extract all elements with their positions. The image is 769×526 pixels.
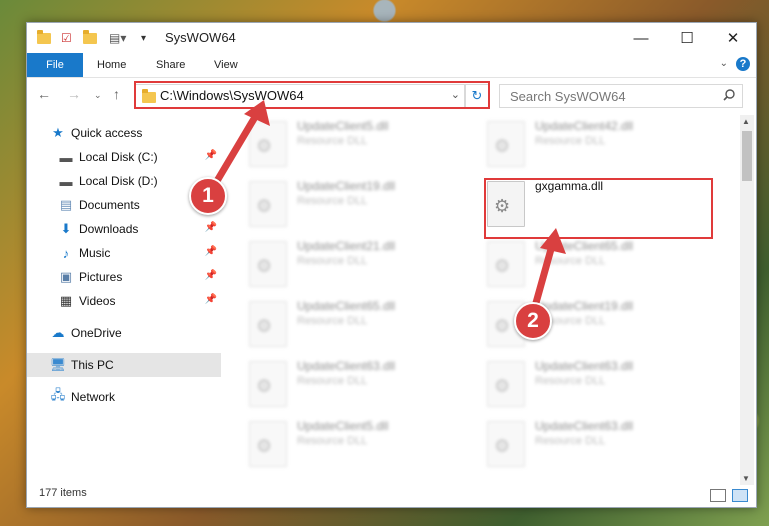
customize-toolbar-icon[interactable]: ▤▾ [109,29,126,47]
dll-file-icon [487,421,525,467]
pin-icon: 📌 [204,222,217,233]
sidebar-item-quick-access[interactable]: ★ Quick access [27,121,221,145]
new-folder-icon[interactable] [83,29,97,47]
file-item[interactable]: UpdateClient5.dll Resource DLL [241,413,471,469]
sidebar-item-label: Videos [79,294,116,308]
address-bar-highlight [134,81,490,109]
ribbon-tabs: File Home Share View ⌄ ? [27,53,756,78]
file-highlight [484,178,713,239]
search-icon [723,89,735,101]
sidebar-item-local-disk-c[interactable]: ▬ Local Disk (C:) 📌 [27,145,221,169]
details-view-icon[interactable] [710,489,726,502]
tab-home[interactable]: Home [97,53,126,77]
folder-icon [37,29,51,47]
pin-icon: 📌 [204,294,217,305]
sidebar-item-this-pc[interactable]: 🖥 This PC [27,353,221,377]
large-icons-view-icon[interactable] [732,489,748,502]
cloud-icon: ☁ [51,325,65,340]
sidebar-item-label: This PC [71,358,114,372]
tab-file[interactable]: File [27,53,83,77]
file-item[interactable]: UpdateClient19.dll Resource DLL [241,173,471,229]
file-item[interactable]: UpdateClient63.dll Resource DLL [479,413,709,469]
navigation-pane: ★ Quick access ▬ Local Disk (C:) 📌 ▬ Loc… [27,115,221,485]
sidebar-item-pictures[interactable]: ▣ Pictures 📌 [27,265,221,289]
dll-file-icon [249,421,287,467]
star-icon: ★ [52,125,64,140]
scroll-thumb[interactable] [742,131,752,181]
file-item[interactable]: UpdateClient5.dll Resource DLL [241,113,471,169]
sidebar-item-label: Downloads [79,222,139,236]
window-title: SysWOW64 [165,30,236,45]
tab-view[interactable]: View [214,53,238,77]
file-item[interactable]: UpdateClient42.dll Resource DLL [479,113,709,169]
scroll-down-icon[interactable]: ▼ [742,474,750,483]
vertical-scrollbar[interactable]: ▲ ▼ [740,115,754,485]
item-count: 177 items [39,487,87,499]
computer-icon: 🖥 [49,357,67,372]
documents-icon: ▤ [59,197,73,212]
sidebar-item-label: Network [71,390,116,404]
expand-ribbon-icon[interactable]: ⌄ [720,58,728,69]
videos-icon: ▦ [59,293,73,308]
sidebar-item-videos[interactable]: ▦ Videos 📌 [27,289,221,313]
pin-icon: 📌 [204,150,217,161]
sidebar-item-onedrive[interactable]: ☁ OneDrive [27,321,221,345]
drive-icon: ▬ [59,173,73,189]
downloads-icon: ⬇ [60,221,72,236]
file-list: UpdateClient5.dll Resource DLL UpdateCli… [241,113,735,485]
file-item[interactable]: UpdateClient63.dll Resource DLL [241,353,471,409]
dll-file-icon [487,121,525,167]
search-box[interactable]: Search SysWOW64 [499,84,743,108]
drive-icon: ▬ [59,149,73,165]
dll-file-icon [249,181,287,227]
sidebar-item-label: Documents [79,198,140,212]
sidebar-item-label: OneDrive [71,326,122,340]
step-2-badge: 2 [514,302,552,340]
dll-file-icon [249,121,287,167]
sidebar-item-label: Local Disk (D:) [79,174,158,188]
step-1-badge: 1 [189,177,227,215]
maximize-button[interactable]: ☐ [664,23,710,53]
file-item[interactable]: UpdateClient65.dll Resource DLL [479,233,709,289]
quick-access-dropdown-icon[interactable]: ▾ [141,29,146,47]
sidebar-item-label: Quick access [71,126,143,140]
title-bar: ☑ ▤▾ ▾ SysWOW64 — ☐ ✕ [27,23,756,53]
sidebar-item-downloads[interactable]: ⬇ Downloads 📌 [27,217,221,241]
sidebar-item-music[interactable]: ♪ Music 📌 [27,241,221,265]
close-button[interactable]: ✕ [710,23,756,53]
tab-share[interactable]: Share [156,53,185,77]
sidebar-item-label: Local Disk (C:) [79,150,158,164]
pin-icon: 📌 [204,246,217,257]
help-icon[interactable]: ? [736,57,750,71]
dll-file-icon [487,361,525,407]
search-placeholder: Search SysWOW64 [510,89,626,104]
sidebar-item-label: Music [79,246,111,260]
up-arrow-icon[interactable]: ↑ [113,86,120,102]
recent-locations-icon[interactable]: ⌄ [94,90,102,101]
file-item[interactable]: UpdateClient65.dll Resource DLL [241,293,471,349]
dll-file-icon [249,241,287,287]
file-item[interactable]: UpdateClient63.dll Resource DLL [479,353,709,409]
forward-arrow-icon[interactable]: → [67,86,81,102]
music-icon: ♪ [62,245,70,261]
pictures-icon: ▣ [59,269,73,284]
dll-file-icon [249,301,287,347]
sidebar-item-network[interactable]: 🖧 Network [27,385,221,409]
dll-file-icon [487,241,525,287]
back-arrow-icon[interactable]: ← [37,86,51,102]
network-icon: 🖧 [50,387,66,402]
file-item[interactable]: UpdateClient21.dll Resource DLL [241,233,471,289]
pin-icon: 📌 [204,270,217,281]
dll-file-icon [249,361,287,407]
sidebar-item-label: Pictures [79,270,123,284]
minimize-button[interactable]: — [618,23,664,53]
properties-icon[interactable]: ☑ [61,29,72,47]
scroll-up-icon[interactable]: ▲ [742,117,750,126]
